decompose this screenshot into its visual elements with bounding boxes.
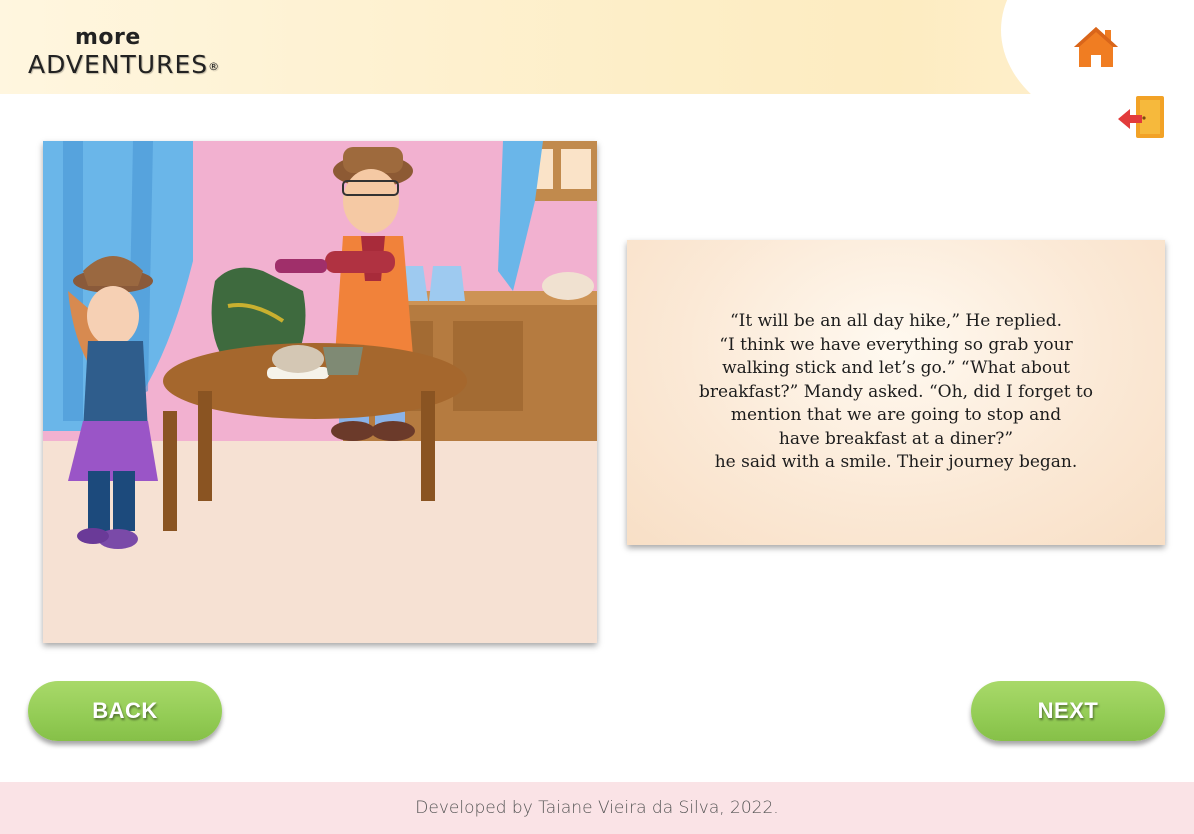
home-icon: [1074, 27, 1118, 67]
home-button[interactable]: [1070, 24, 1122, 70]
story-line: have breakfast at a diner?”: [778, 428, 1014, 449]
app-header: more ADVENTURES®: [0, 0, 1194, 94]
app-logo: more ADVENTURES®: [28, 25, 219, 86]
logo-top-text: more: [75, 25, 141, 50]
story-text: “It will be an all day hike,” He replied…: [661, 310, 1131, 475]
story-line: “I think we have everything so grab your: [719, 334, 1073, 355]
back-button[interactable]: BACK: [28, 681, 222, 741]
logo-bottom-word: ADVENTURES: [28, 50, 209, 79]
story-line: mention that we are going to stop and: [730, 405, 1062, 426]
footer-credit: Developed by Taiane Vieira da Silva, 202…: [415, 798, 779, 818]
logo-registered-mark: ®: [208, 60, 221, 73]
story-text-panel: “It will be an all day hike,” He replied…: [627, 240, 1165, 545]
story-line: walking stick and let’s go.” “What about: [722, 358, 1070, 379]
exit-button[interactable]: [1116, 94, 1168, 142]
story-line: “It will be an all day hike,” He replied…: [729, 311, 1062, 332]
exit-door-icon: [1118, 96, 1164, 138]
next-button[interactable]: NEXT: [971, 681, 1165, 741]
story-illustration: [43, 141, 597, 643]
story-line: he said with a smile. Their journey bega…: [714, 452, 1078, 473]
story-line: breakfast?” Mandy asked. “Oh, did I forg…: [699, 381, 1093, 402]
footer: Developed by Taiane Vieira da Silva, 202…: [0, 782, 1194, 834]
logo-bottom-text: ADVENTURES®: [28, 50, 220, 80]
illustration-scene: [43, 141, 597, 643]
